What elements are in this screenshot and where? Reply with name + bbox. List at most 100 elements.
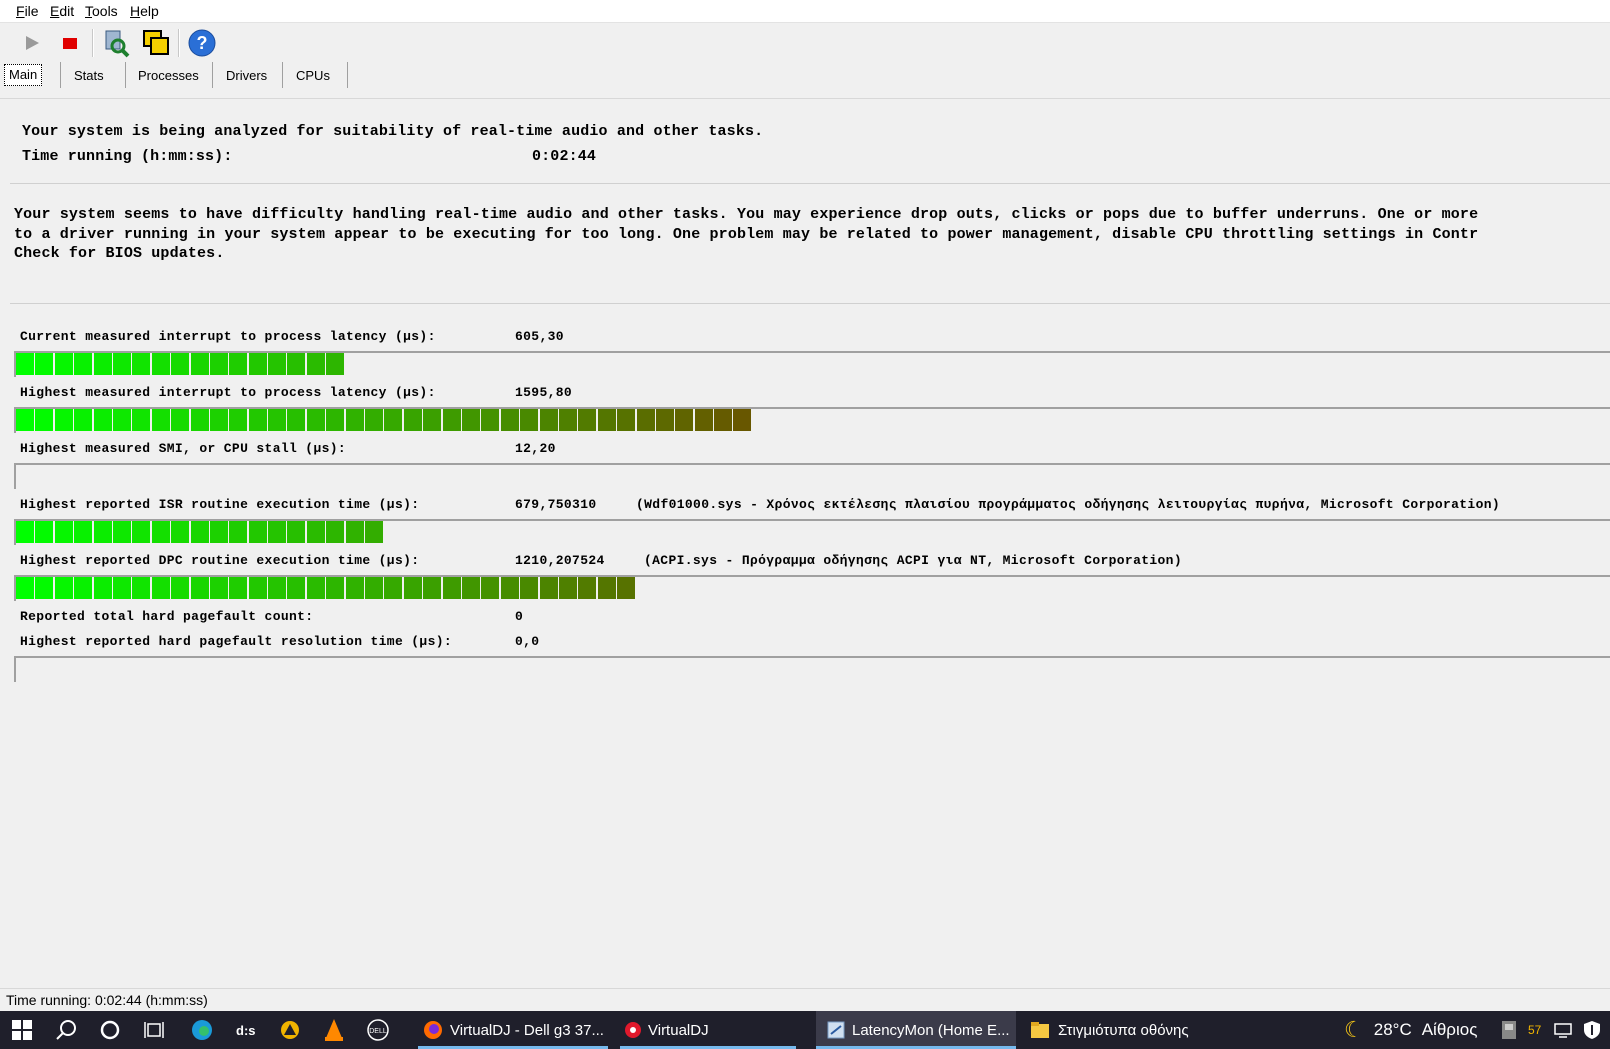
bar-segment [16, 409, 34, 431]
conclusion-panel: Your system seems to have difficulty han… [10, 187, 1610, 304]
taskbar-app-virtualdj[interactable]: VirtualDJ [620, 1011, 796, 1049]
bar-segment [54, 577, 73, 599]
bar-segment [617, 577, 636, 599]
vlc-icon[interactable] [316, 1015, 352, 1045]
current-latency-value: 605,30 [515, 329, 564, 344]
bar-segment [35, 521, 54, 543]
bar-segment [190, 577, 209, 599]
svg-text:?: ? [197, 33, 208, 53]
security-shield-icon[interactable] [1583, 1020, 1601, 1040]
dpc-value: 1210,207524 [515, 553, 605, 568]
bar-segment [636, 409, 655, 431]
weather-widget[interactable]: ☾ 28°C Αίθριος [1344, 1011, 1477, 1049]
tab-main[interactable]: Main [4, 64, 43, 86]
menu-help[interactable]: Help [128, 2, 161, 20]
bar-segment [326, 577, 345, 599]
highest-latency-bar [14, 407, 1610, 433]
stop-icon[interactable] [54, 27, 86, 59]
bar-segment [93, 353, 112, 375]
bar-segment [132, 577, 151, 599]
menu-edit[interactable]: Edit [48, 2, 76, 20]
bar-segment [151, 353, 170, 375]
bar-segment [209, 409, 228, 431]
time-running-label: Time running (h:mm:ss): [22, 148, 233, 165]
dpc-driver-detail: (ACPI.sys - Πρόγραμμα οδήγησης ACPI για … [644, 553, 1182, 568]
toolbar-separator [92, 29, 94, 57]
play-icon[interactable] [16, 27, 48, 59]
bar-segment [209, 521, 228, 543]
bar-segment [74, 577, 93, 599]
bar-segment [326, 353, 345, 375]
toolbar-separator [178, 29, 180, 57]
bar-segment [54, 521, 73, 543]
temperature: 28°C [1373, 1020, 1412, 1039]
bar-segment [558, 577, 577, 599]
tab-separator [347, 62, 348, 88]
bar-segment [54, 409, 73, 431]
bar-segment [268, 577, 287, 599]
bar-segment [229, 353, 248, 375]
bar-segment [132, 521, 151, 543]
taskbar-app-firefox[interactable]: VirtualDJ - Dell g3 37... [418, 1011, 608, 1049]
bar-segment [326, 409, 345, 431]
bar-segment [694, 409, 713, 431]
app-tray-icon[interactable] [1500, 1020, 1518, 1040]
tab-stats[interactable]: Stats [74, 64, 104, 88]
tab-bar: Main Stats Processes Drivers CPUs [0, 62, 1610, 90]
tab-cpus[interactable]: CPUs [296, 64, 330, 88]
menu-tools[interactable]: Tools [83, 2, 120, 20]
analysis-message: Your system is being analyzed for suitab… [22, 123, 764, 140]
svg-text:DELL: DELL [369, 1028, 387, 1035]
windows-icon[interactable] [140, 27, 172, 59]
tab-separator [60, 62, 61, 88]
bar-segment [306, 521, 325, 543]
help-icon[interactable]: ? [186, 27, 218, 59]
bar-segment [306, 409, 325, 431]
taskbar: d:s DELL VirtualDJ - Dell g3 37... Virtu… [0, 1011, 1610, 1049]
bar-segment [306, 577, 325, 599]
current-latency-label: Current measured interrupt to process la… [20, 329, 436, 344]
bar-segment [248, 409, 267, 431]
bar-segment [171, 353, 190, 375]
taskbar-app-screenshots[interactable]: Στιγμιότυπα οθόνης [1026, 1011, 1212, 1049]
virtualdj-icon [625, 1022, 641, 1038]
driver-search-icon[interactable] [100, 27, 132, 59]
bar-segment [520, 577, 539, 599]
bar-segment [112, 577, 131, 599]
search-icon[interactable] [48, 1015, 84, 1045]
dell-icon[interactable]: DELL [360, 1015, 396, 1045]
bar-segment [539, 577, 558, 599]
bar-segment [35, 353, 54, 375]
toolbar: ? [0, 23, 1610, 63]
taskbar-app-label: VirtualDJ [648, 1021, 709, 1039]
bar-segment [675, 409, 694, 431]
moon-icon: ☾ [1344, 1017, 1364, 1042]
bar-segment [539, 409, 558, 431]
bar-segment [268, 521, 287, 543]
taskbar-app-latencymon[interactable]: LatencyMon (Home E... [816, 1011, 1016, 1049]
taskbar-app-label: LatencyMon (Home E... [852, 1021, 1010, 1039]
tab-separator [212, 62, 213, 88]
bar-segment [248, 521, 267, 543]
bar-segment [112, 521, 131, 543]
windows-start-icon[interactable] [4, 1015, 40, 1045]
bar-segment [714, 409, 733, 431]
bar-segment [112, 409, 131, 431]
edge-icon[interactable] [184, 1015, 220, 1045]
network-icon[interactable] [1553, 1021, 1573, 1039]
bar-segment [93, 409, 112, 431]
tab-drivers[interactable]: Drivers [226, 64, 267, 88]
warning-app-icon[interactable] [272, 1015, 308, 1045]
bar-segment [35, 409, 54, 431]
bar-segment [500, 577, 519, 599]
dpc-label: Highest reported DPC routine execution t… [20, 553, 420, 568]
bar-segment [423, 577, 442, 599]
weather-condition: Αίθριος [1421, 1020, 1478, 1039]
cortana-icon[interactable] [92, 1015, 128, 1045]
tray-badge[interactable]: 57 [1528, 1023, 1541, 1037]
task-view-icon[interactable] [136, 1015, 172, 1045]
dts-audio-icon[interactable]: d:s [228, 1015, 264, 1045]
menu-file[interactable]: File [14, 2, 41, 20]
bar-segment [423, 409, 442, 431]
tab-processes[interactable]: Processes [138, 64, 199, 88]
